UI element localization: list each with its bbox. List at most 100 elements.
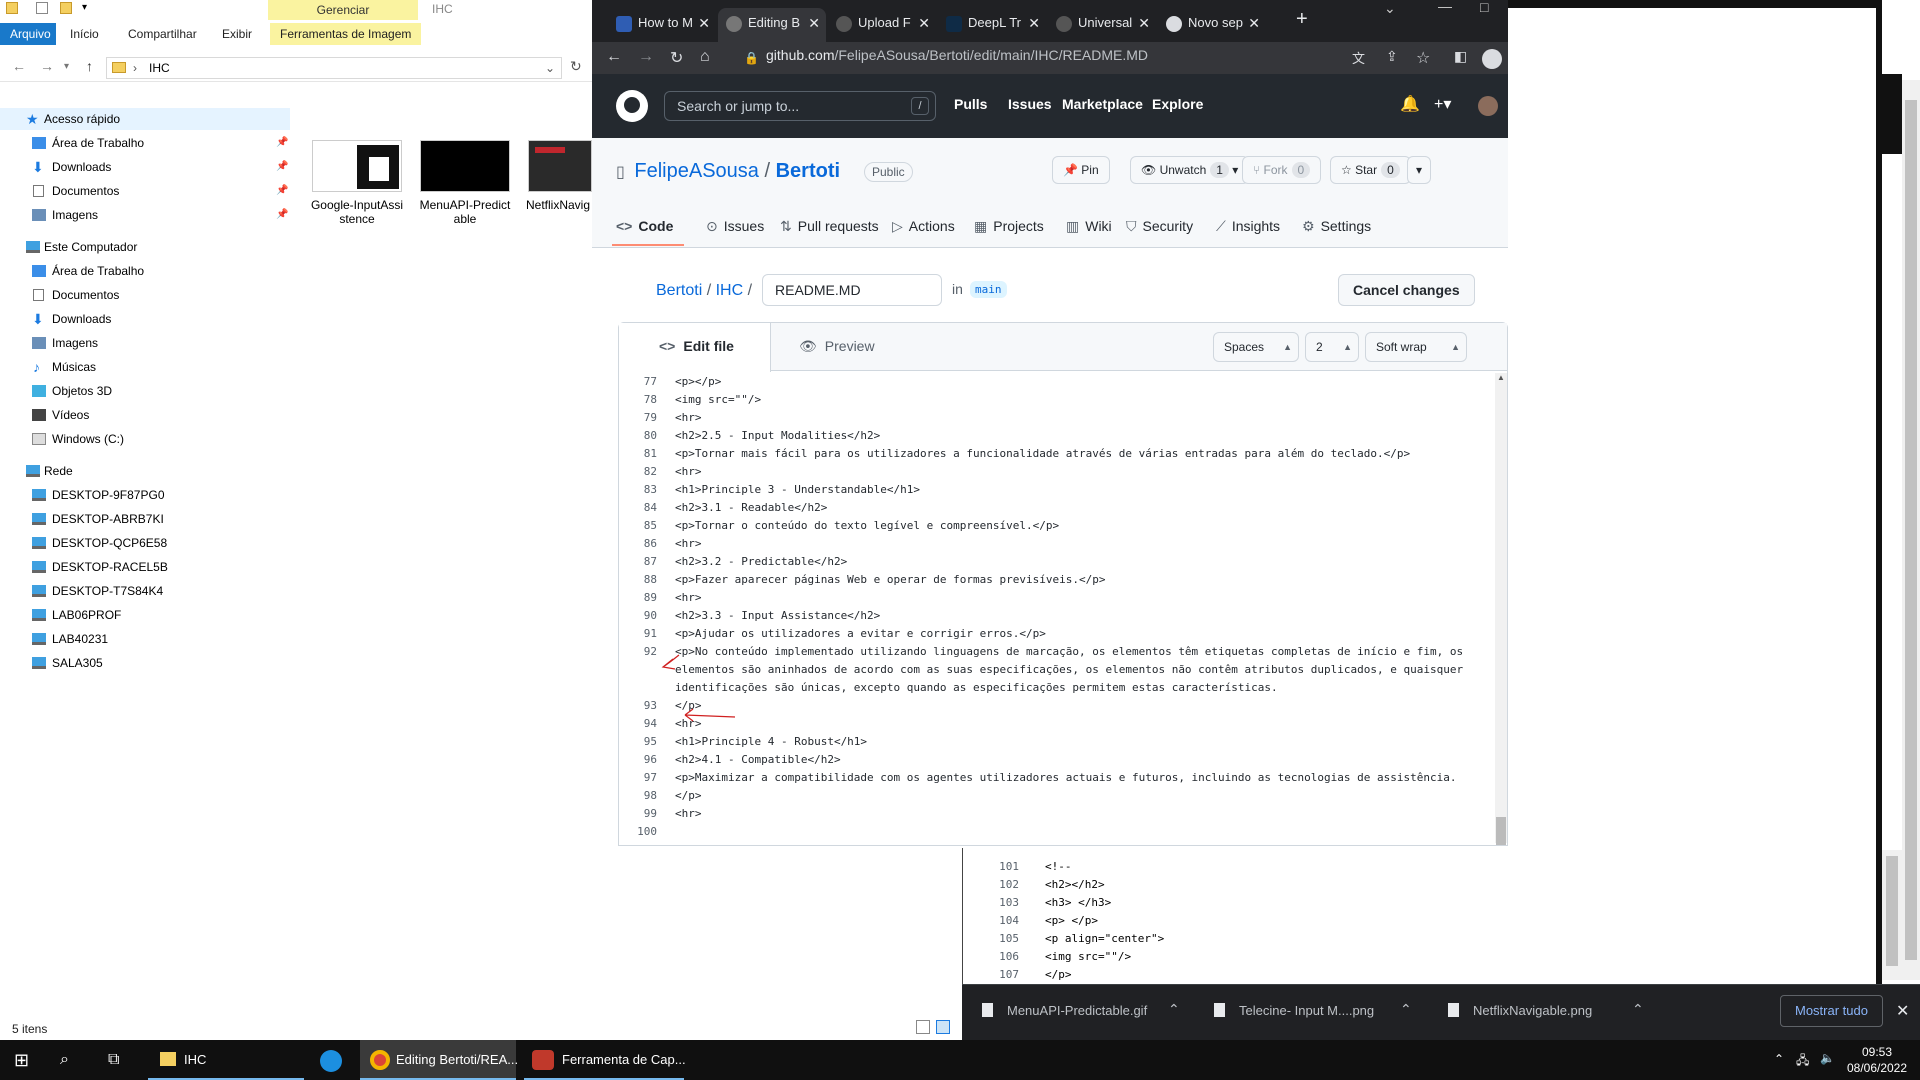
network-icon[interactable]: 🖧 [1796,1051,1809,1072]
browser-tab[interactable]: Novo sep ✕ [1158,8,1266,42]
forward-arrow-icon[interactable]: → [638,48,654,66]
line-text[interactable]: elementos são aninhados de acordo com as… [675,661,1463,679]
recent-dropdown-icon[interactable]: ▾ [64,61,69,72]
indent-mode-select[interactable]: Spaces ▲ [1213,332,1299,362]
clock[interactable]: 09:53 08/06/2022 [1846,1044,1908,1076]
code-line[interactable]: 99 <hr> [619,805,1507,823]
back-arrow-icon[interactable]: ← [12,58,26,74]
forward-arrow-icon[interactable]: → [40,58,54,74]
translate-icon[interactable]: 文 [1352,48,1365,67]
breadcrumb-dir-link[interactable]: IHC [716,282,744,299]
line-text[interactable]: <p>Maximizar a compatibilidade com os ag… [675,769,1456,787]
windows-start-icon[interactable]: ⊞ [14,1040,29,1080]
browser-tab[interactable]: How to M ✕ [608,8,716,42]
code-line[interactable]: 93 </p> [619,697,1507,715]
nav-marketplace[interactable]: Marketplace [1062,96,1143,112]
checkbox-icon[interactable] [36,2,48,14]
search-input[interactable]: Search or jump to... / [664,91,936,121]
line-text[interactable]: <p> </p> [1045,912,1098,930]
code-line[interactable]: 85 <p>Tornar o conteúdo do texto legível … [619,517,1507,535]
star-button[interactable]: ☆ Star 0 [1330,156,1411,184]
tab-code[interactable]: <> Code [616,218,673,234]
fork-button[interactable]: ⑂ Fork 0 [1242,156,1322,184]
star-list-dropdown[interactable]: ▾ [1407,156,1432,184]
code-line[interactable]: 95 <h1>Principle 4 - Robust</h1> [619,733,1507,751]
code-line[interactable]: 89 <hr> [619,589,1507,607]
line-text[interactable]: <!-- [1045,858,1072,876]
line-text[interactable]: <p align="center"> [1045,930,1164,948]
line-text[interactable]: identificações são únicas, excepto quand… [675,679,1278,697]
close-icon[interactable]: ✕ [1896,1001,1909,1021]
code-line[interactable]: 86 <hr> [619,535,1507,553]
profile-avatar[interactable] [1482,49,1502,69]
code-line[interactable]: 96 <h2>4.1 - Compatible</h2> [619,751,1507,769]
code-line[interactable]: 82 <hr> [619,463,1507,481]
bookmark-star-icon[interactable]: ☆ [1416,48,1430,68]
wrap-mode-select[interactable]: Soft wrap ▲ [1365,332,1467,362]
code-line[interactable]: 100 [619,823,1507,841]
code-line[interactable]: 87 <h2>3.2 - Predictable</h2> [619,553,1507,571]
outer-scrollbar[interactable] [1902,80,1920,980]
code-line[interactable]: 90 <h2>3.3 - Input Assistance</h2> [619,607,1507,625]
back-arrow-icon[interactable]: ← [606,48,622,66]
tab-ferramentas-de-imagem[interactable]: Ferramentas de Imagem [270,23,422,45]
tab-projects[interactable]: ▦ Projects [974,218,1044,235]
editor-scrollbar-thumb[interactable] [1496,817,1506,845]
indent-size-select[interactable]: 2 ▲ [1305,332,1359,362]
new-folder-icon[interactable] [60,2,72,14]
breadcrumb-repo-link[interactable]: Bertoti [656,282,702,299]
code-line[interactable]: 92 <p>No conteúdo implementado utilizando… [619,643,1507,661]
code-line[interactable]: 77 <p></p> [619,373,1507,391]
line-text[interactable]: </p> [1045,966,1072,984]
up-arrow-icon[interactable]: ↑ [86,58,93,74]
browser-tab[interactable]: Upload F ✕ [828,8,936,42]
close-tab-icon[interactable]: ✕ [918,8,930,38]
browser-tab[interactable]: DeepL Tr ✕ [938,8,1046,42]
folder-icon[interactable] [6,2,18,14]
close-tab-icon[interactable]: ✕ [698,8,710,38]
notifications-bell-icon[interactable]: 🔔 [1400,94,1420,114]
pin-button[interactable]: 📌 Pin [1052,156,1110,184]
browser-tab-active[interactable]: Editing B ✕ [718,8,826,42]
code-line[interactable]: 91 <p>Ajudar os utilizadores a evitar e c… [619,625,1507,643]
code-line[interactable]: 88 <p>Fazer aparecer páginas Web e operar… [619,571,1507,589]
code-line[interactable]: 84 <h2>3.1 - Readable</h2> [619,499,1507,517]
address-bar[interactable]: › IHC ⌄ [106,57,562,79]
line-text[interactable]: <p>Tornar mais fácil para os utilizadore… [675,445,1410,463]
code-lines[interactable]: 77 <p></p> 78 <img src=""/> 79 <hr> 80 <h2>2.5 … [619,373,1507,843]
code-line[interactable]: elementos são aninhados de acordo com as… [619,661,1507,679]
editor-scrollbar[interactable]: ▲ [1495,373,1507,843]
task-view-icon[interactable]: ⧉ [108,1040,119,1080]
file-thumbnail[interactable] [528,140,592,192]
tab-wiki[interactable]: ▥ Wiki [1066,218,1112,235]
volume-muted-icon[interactable]: 🔈 [1820,1051,1835,1065]
chevron-up-icon[interactable]: ⌃ [1168,1001,1180,1018]
file-thumbnail[interactable] [420,140,510,192]
create-new-plus-icon[interactable]: +▾ [1434,94,1451,114]
sidebar-item-acesso-rapido[interactable]: ★ Acesso rápido [0,108,290,130]
chevron-down-icon[interactable]: ⌄ [545,61,555,75]
refresh-icon[interactable]: ↻ [570,58,582,75]
sidebar-item-downloads[interactable]: ⬇ Downloads 📌 [0,156,290,178]
sidebar-item-area-de-trabalho[interactable]: Área de Trabalho 📌 [0,132,290,154]
side-panel-icon[interactable]: ◧ [1454,48,1467,65]
tab-preview[interactable]: 👁 Preview [779,323,895,371]
show-all-button[interactable]: Mostrar tudo [1780,995,1883,1027]
github-logo-icon[interactable] [616,90,648,122]
download-item[interactable]: MenuAPI-Predictable.gif [982,1003,1147,1018]
page-scrollbar[interactable] [1882,850,1902,980]
chevron-up-icon[interactable]: ⌃ [1774,1052,1784,1066]
chevron-up-icon[interactable]: ⌃ [1632,1001,1644,1018]
minimize-icon[interactable]: — [1438,0,1452,14]
file-thumbnail[interactable] [312,140,402,192]
code-line[interactable]: 79 <hr> [619,409,1507,427]
close-tab-icon[interactable]: ✕ [1248,8,1260,38]
tab-security[interactable]: ⛉ Security [1126,218,1193,235]
line-text[interactable]: <img src=""/> [1045,948,1131,966]
repo-owner-link[interactable]: FelipeASousa [634,160,759,182]
browser-tab[interactable]: Universal ✕ [1048,8,1156,42]
tab-pull-requests[interactable]: ⇅ Pull requests [780,218,879,235]
tab-compartilhar[interactable]: Compartilhar [118,23,207,45]
file-label[interactable]: Google-InputAssi stence [307,198,407,226]
reload-icon[interactable]: ↻ [670,48,683,68]
